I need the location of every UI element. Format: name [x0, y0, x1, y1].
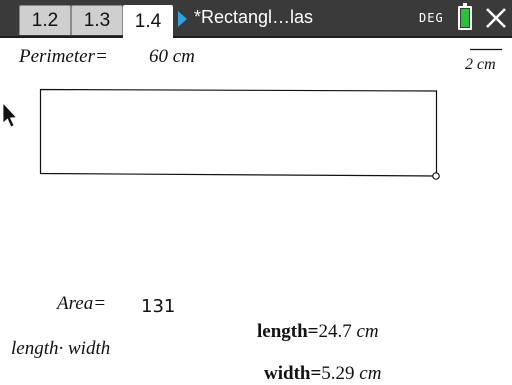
width-unit: cm [359, 363, 382, 384]
geometry-drawing [2, 48, 502, 180]
graphics-canvas[interactable]: 2 cm Perimeter= 60 cm Area= 131 length· … [0, 38, 512, 384]
length-unit: cm [356, 321, 379, 342]
area-value: 131 [141, 296, 176, 317]
length-label: length= [257, 321, 319, 342]
length-value: 24.7 [318, 321, 352, 342]
width-label: width= [264, 363, 322, 384]
battery-icon [458, 3, 472, 30]
top-toolbar: 1.2 1.3 1.4 *Rectangl…las DEG [0, 0, 512, 38]
tab-scroll-arrow-icon[interactable] [178, 11, 187, 27]
area-label: Area= [57, 293, 107, 314]
document-title: *Rectangl…las [194, 7, 314, 27]
area-formula: length· width [11, 338, 111, 359]
angle-mode-indicator: DEG [419, 11, 444, 25]
tab-1-4[interactable]: 1.4 [123, 5, 173, 38]
width-measurement: width=5.29 cm [264, 363, 381, 385]
perimeter-value-text: 60 cm [149, 46, 195, 67]
tab-1-3[interactable]: 1.3 [71, 5, 123, 35]
perimeter-value: 60 cm [149, 46, 195, 68]
scale-label: 2 cm [465, 56, 496, 73]
close-icon[interactable] [484, 5, 508, 31]
tab-1-2[interactable]: 1.2 [19, 5, 71, 35]
length-measurement: length=24.7 cm [257, 321, 379, 343]
width-value: 5.29 [321, 363, 355, 384]
perimeter-label: Perimeter= [19, 46, 108, 67]
rectangle-shape[interactable] [39, 88, 438, 177]
rectangle-vertex-point[interactable] [432, 172, 440, 180]
mouse-pointer-icon [2, 101, 18, 128]
